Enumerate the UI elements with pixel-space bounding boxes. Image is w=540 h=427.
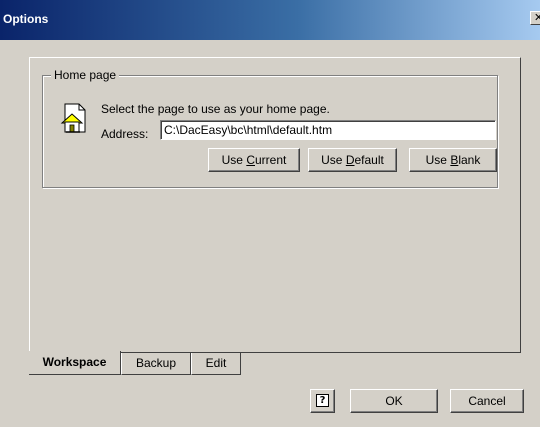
home-page-group-label: Home page bbox=[51, 68, 120, 82]
help-button[interactable]: ? bbox=[310, 389, 335, 413]
address-label: Address: bbox=[101, 127, 149, 141]
window-title: Options bbox=[3, 12, 49, 26]
tab-edit[interactable]: Edit bbox=[191, 353, 241, 375]
use-blank-button[interactable]: Use Blank bbox=[409, 148, 497, 172]
tab-panel-workspace: Home page Select the page to use as your… bbox=[29, 57, 521, 353]
close-icon: ✕ bbox=[534, 11, 540, 24]
ok-button[interactable]: OK bbox=[350, 389, 438, 413]
address-input[interactable]: C:\DacEasy\bc\html\default.htm bbox=[160, 120, 496, 140]
home-page-prompt: Select the page to use as your home page… bbox=[101, 102, 330, 116]
use-current-button[interactable]: Use Current bbox=[208, 148, 300, 172]
help-icon: ? bbox=[316, 394, 329, 407]
close-button[interactable]: ✕ bbox=[530, 11, 540, 25]
cancel-button[interactable]: Cancel bbox=[450, 389, 524, 413]
home-page-icon bbox=[60, 103, 86, 133]
tab-strip: Workspace Backup Edit bbox=[29, 351, 329, 379]
use-default-button[interactable]: Use Default bbox=[308, 148, 397, 172]
tab-workspace[interactable]: Workspace bbox=[29, 351, 121, 375]
home-page-group: Home page Select the page to use as your… bbox=[42, 68, 498, 188]
tab-backup[interactable]: Backup bbox=[121, 353, 191, 375]
title-bar[interactable]: Options ✕ bbox=[0, 0, 540, 40]
options-dialog: Options ✕ Home page Select the page to u… bbox=[0, 0, 540, 427]
